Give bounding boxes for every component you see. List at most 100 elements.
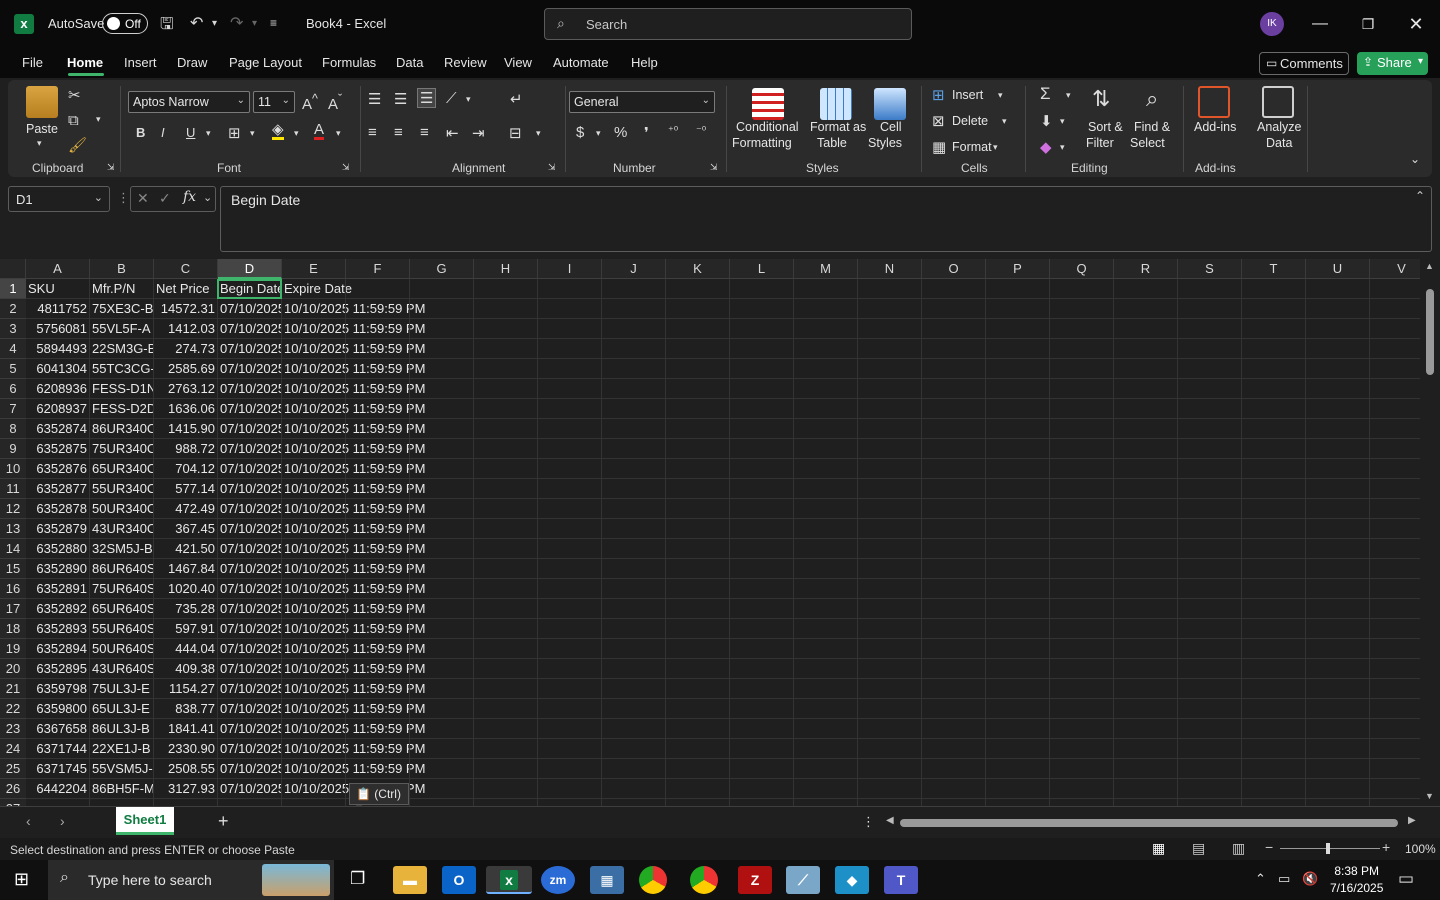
zoom-in-icon[interactable]: +: [1382, 839, 1390, 855]
filezilla-icon[interactable]: Z: [738, 866, 772, 894]
table-cell[interactable]: 472.49: [154, 499, 218, 519]
table-cell[interactable]: 2508.55: [154, 759, 218, 779]
tab-review[interactable]: Review: [444, 55, 487, 70]
row-header[interactable]: 21: [0, 679, 26, 699]
column-header-k[interactable]: K: [666, 259, 730, 279]
borders-dropdown-icon[interactable]: ▾: [250, 128, 255, 139]
font-launcher-icon[interactable]: ⇲: [342, 162, 350, 173]
table-cell[interactable]: 07/10/2025: [218, 319, 282, 339]
table-cell[interactable]: 2330.90: [154, 739, 218, 759]
column-header-j[interactable]: J: [602, 259, 666, 279]
table-cell[interactable]: 6208937: [26, 399, 90, 419]
prev-sheet-icon[interactable]: ‹: [26, 813, 31, 829]
orientation-icon[interactable]: ⟋: [446, 90, 457, 107]
select-all-corner[interactable]: [0, 259, 26, 279]
table-cell[interactable]: 07/10/2025: [218, 759, 282, 779]
paste-options-button[interactable]: 📋 (Ctrl) ▾: [349, 783, 409, 815]
font-color-dropdown-icon[interactable]: ▾: [336, 128, 341, 139]
cell-styles-label[interactable]: Cell: [880, 120, 902, 134]
clipboard-launcher-icon[interactable]: ⇲: [107, 162, 115, 173]
table-cell[interactable]: 6442204: [26, 779, 90, 799]
row-header[interactable]: 24: [0, 739, 26, 759]
row-header[interactable]: 8: [0, 419, 26, 439]
column-header-n[interactable]: N: [858, 259, 922, 279]
table-cell[interactable]: 4811752: [26, 299, 90, 319]
table-cell[interactable]: 07/10/2025: [218, 499, 282, 519]
windows-start-icon[interactable]: ⊞: [14, 869, 29, 890]
table-cell[interactable]: 55UR640S: [90, 619, 154, 639]
table-cell[interactable]: 07/10/2025: [218, 479, 282, 499]
zoom-level[interactable]: 100%: [1405, 842, 1436, 856]
formula-bar-handle-icon[interactable]: ⋮: [117, 190, 130, 206]
table-cell[interactable]: 07/10/2025: [218, 679, 282, 699]
table-cell[interactable]: 07/10/2025: [218, 599, 282, 619]
table-cell[interactable]: 75XE3C-B: [90, 299, 154, 319]
table-cell[interactable]: 6359800: [26, 699, 90, 719]
network-icon[interactable]: ▭: [1278, 871, 1290, 887]
file-explorer-icon[interactable]: ▬: [393, 866, 427, 894]
column-header-d[interactable]: D: [218, 259, 282, 279]
delete-dropdown-icon[interactable]: ▾: [1002, 116, 1007, 127]
vertical-scroll-thumb[interactable]: [1426, 289, 1434, 375]
user-avatar[interactable]: IK: [1260, 12, 1284, 36]
column-header-c[interactable]: C: [154, 259, 218, 279]
row-header[interactable]: 27: [0, 799, 26, 806]
cut-icon[interactable]: ✂: [68, 86, 81, 104]
search-box[interactable]: ⌕ Search: [544, 8, 912, 40]
notifications-icon[interactable]: ▭: [1398, 869, 1414, 889]
table-cell[interactable]: 10/10/2025 11:59:59 PM: [282, 379, 482, 399]
table-cell[interactable]: 5894493: [26, 339, 90, 359]
row-header[interactable]: 20: [0, 659, 26, 679]
scroll-right-icon[interactable]: ▶: [1408, 815, 1416, 826]
font-color-icon[interactable]: A: [314, 122, 325, 140]
column-header-l[interactable]: L: [730, 259, 794, 279]
worksheet-grid[interactable]: ABCDEFGHIJKLMNOPQRSTUV 1 2 3 4 5 6 7 8 9 10 11 12 13…: [0, 259, 1420, 806]
sort-filter-icon[interactable]: ⇅: [1092, 86, 1110, 112]
orientation-dropdown-icon[interactable]: ▾: [466, 94, 471, 105]
currency-button[interactable]: $: [576, 124, 584, 141]
table-cell[interactable]: 10/10/2025 11:59:59 PM: [282, 299, 482, 319]
addins-icon[interactable]: [1198, 86, 1230, 118]
table-cell[interactable]: 22XE1J-B: [90, 739, 154, 759]
insert-function-icon[interactable]: fx: [183, 189, 196, 205]
table-cell[interactable]: 75UL3J-E: [90, 679, 154, 699]
table-cell[interactable]: 6352894: [26, 639, 90, 659]
format-dropdown-icon[interactable]: ▾: [993, 142, 998, 153]
volume-muted-icon[interactable]: 🔇: [1302, 871, 1318, 887]
table-cell[interactable]: FESS-D2D: [90, 399, 154, 419]
table-cell[interactable]: 65UR640S: [90, 599, 154, 619]
restore-icon[interactable]: ❐: [1356, 12, 1380, 36]
insert-cells-button[interactable]: Insert: [952, 88, 983, 102]
scroll-up-icon[interactable]: ▲: [1425, 261, 1434, 271]
row-header[interactable]: 6: [0, 379, 26, 399]
collapse-formula-icon[interactable]: ⌃: [1415, 189, 1425, 203]
row-header[interactable]: 12: [0, 499, 26, 519]
row-header[interactable]: 10: [0, 459, 26, 479]
table-cell[interactable]: 6371744: [26, 739, 90, 759]
increase-font-icon[interactable]: A^: [302, 92, 318, 113]
clear-dropdown-icon[interactable]: ▾: [1060, 142, 1065, 153]
delete-cells-button[interactable]: Delete: [952, 114, 988, 128]
column-header-f[interactable]: F: [346, 259, 410, 279]
table-cell[interactable]: 1154.27: [154, 679, 218, 699]
taskbar-search[interactable]: ⌕ Type here to search: [48, 860, 334, 900]
chevron-down-icon[interactable]: ⌄: [203, 191, 212, 204]
row-header[interactable]: 14: [0, 539, 26, 559]
zoom-slider-thumb[interactable]: [1326, 843, 1330, 854]
autosum-icon[interactable]: Σ: [1040, 84, 1051, 104]
outlook-icon[interactable]: O: [442, 866, 476, 894]
sort-filter-label-2[interactable]: Filter: [1086, 136, 1114, 150]
clear-icon[interactable]: ◆: [1040, 138, 1052, 156]
paste-dropdown-icon[interactable]: ▾: [37, 138, 42, 149]
merge-center-icon[interactable]: ⊟: [509, 124, 522, 142]
row-header[interactable]: 17: [0, 599, 26, 619]
tab-help[interactable]: Help: [631, 55, 658, 70]
decrease-decimal-icon[interactable]: ⁻⁰: [696, 124, 706, 137]
table-cell[interactable]: 10/10/2025 11:59:59 PM: [282, 499, 482, 519]
tab-insert[interactable]: Insert: [124, 55, 157, 70]
table-cell[interactable]: 86UR640S: [90, 559, 154, 579]
fill-color-dropdown-icon[interactable]: ▾: [294, 128, 299, 139]
italic-button[interactable]: I: [161, 125, 165, 140]
table-cell[interactable]: 65UL3J-E: [90, 699, 154, 719]
tab-file[interactable]: File: [22, 55, 43, 70]
